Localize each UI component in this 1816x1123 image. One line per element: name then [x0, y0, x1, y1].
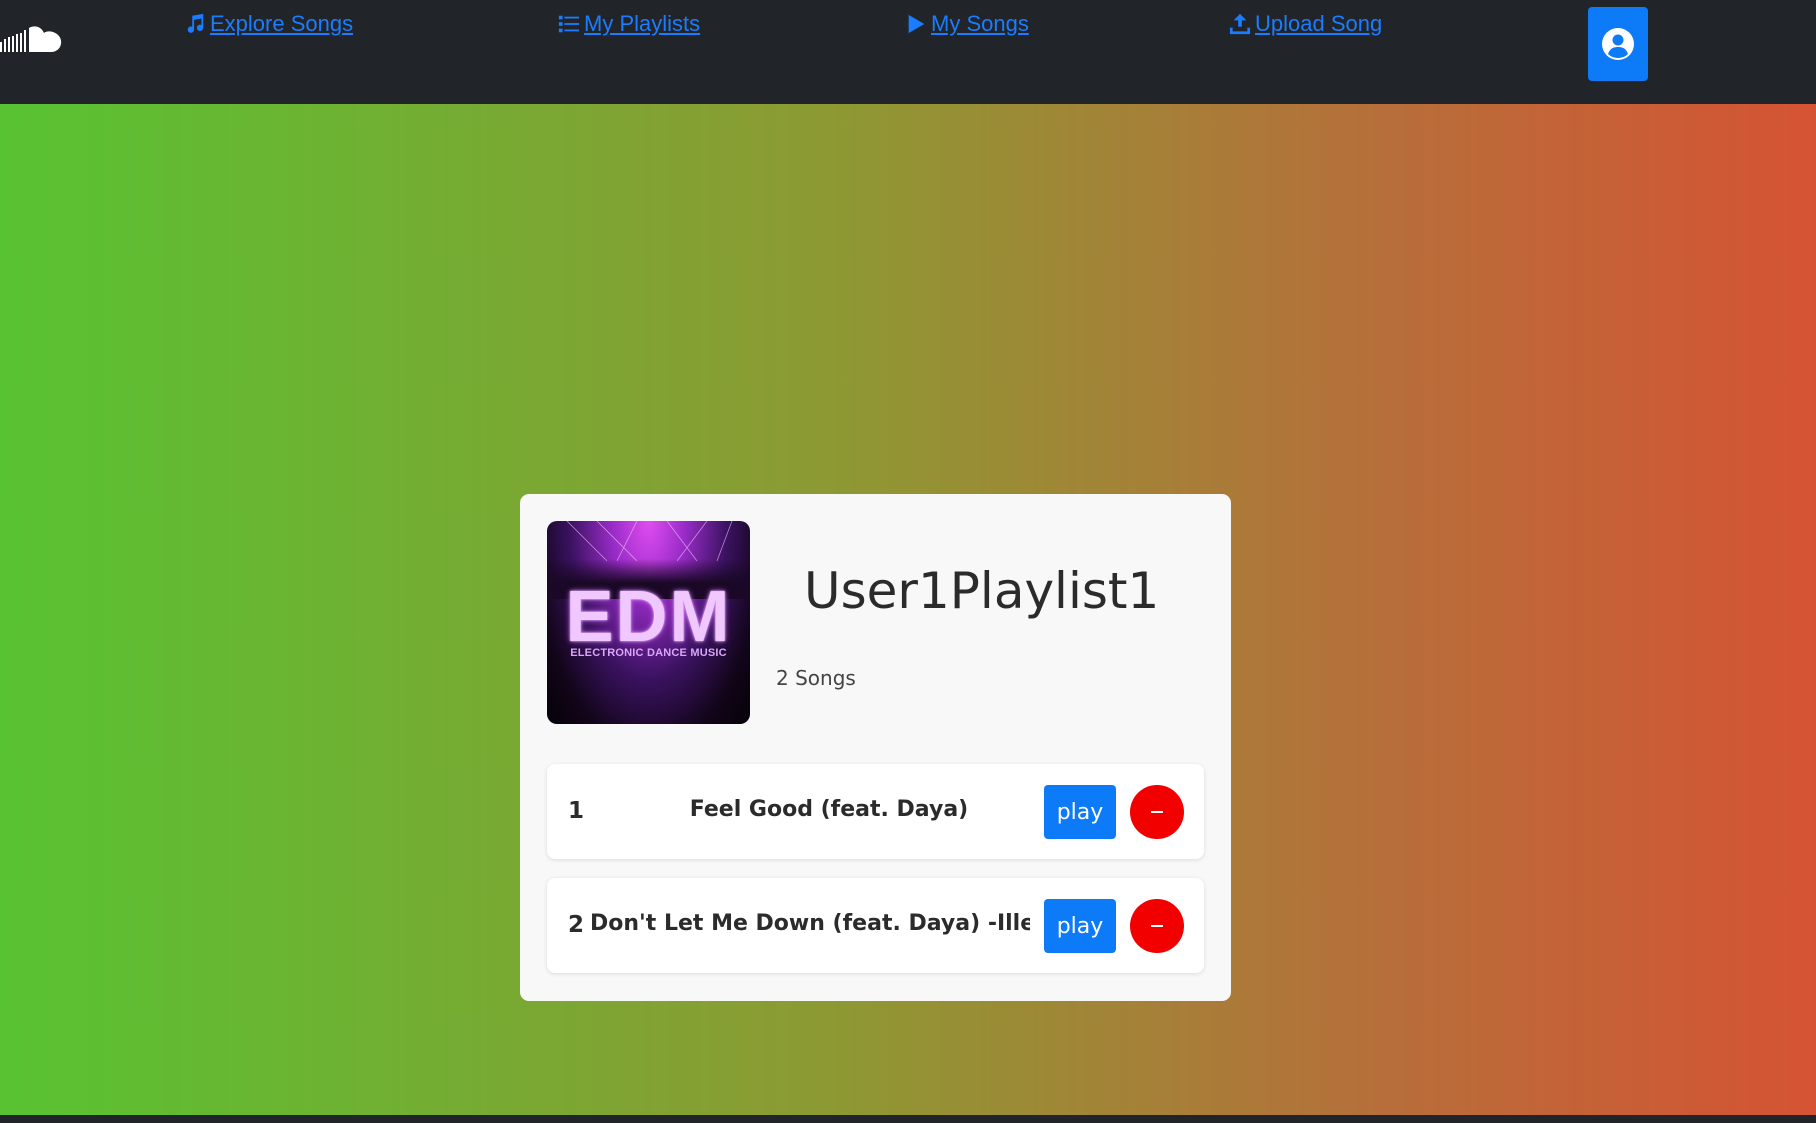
nav-my-songs[interactable]: My Songs [905, 9, 1029, 39]
nav-upload-label: Upload Song [1255, 11, 1383, 36]
playlist-cover-image: EDM ELECTRONIC DANCE MUSIC [547, 521, 750, 724]
list-icon [558, 15, 580, 33]
profile-button[interactable] [1588, 7, 1648, 81]
nav-my-playlists[interactable]: My Playlists [558, 9, 700, 39]
remove-song-button[interactable] [1130, 899, 1184, 953]
playlist-card: EDM ELECTRONIC DANCE MUSIC User1Playlist… [520, 494, 1231, 1001]
song-count: 2 Songs [776, 666, 856, 690]
play-icon [908, 14, 925, 34]
cover-sub-text: ELECTRONIC DANCE MUSIC [570, 647, 727, 659]
playlist-title: User1Playlist1 [804, 562, 1160, 620]
footer-strip [0, 1115, 1816, 1123]
remove-song-button[interactable] [1130, 785, 1184, 839]
minus-icon [1151, 925, 1163, 927]
nav-explore-label: Explore Songs [210, 11, 354, 36]
nav-explore-songs[interactable]: Explore Songs [184, 9, 353, 39]
cover-main-text: EDM [565, 577, 732, 657]
song-number: 2 [568, 912, 585, 938]
nav-upload-song[interactable]: Upload Song [1229, 9, 1382, 39]
upload-icon [1229, 13, 1251, 35]
nav-playlists-label: My Playlists [584, 11, 701, 36]
top-navbar: Explore Songs My Playlists My Songs Uplo… [0, 0, 1816, 104]
minus-icon [1151, 811, 1163, 813]
soundcloud-logo-icon[interactable] [0, 24, 66, 58]
song-title: Don't Let Me Down (feat. Daya) -Illenium [590, 911, 1030, 936]
nav-mysongs-label: My Songs [931, 11, 1029, 36]
play-button[interactable]: play [1044, 785, 1116, 839]
user-circle-icon [1602, 28, 1634, 60]
song-number: 1 [568, 798, 585, 824]
music-note-icon [187, 13, 204, 33]
song-title: Feel Good (feat. Daya) [689, 797, 969, 822]
song-row: 2 Don't Let Me Down (feat. Daya) -Illeni… [547, 878, 1204, 973]
main-content: EDM ELECTRONIC DANCE MUSIC User1Playlist… [0, 104, 1816, 1115]
play-button[interactable]: play [1044, 899, 1116, 953]
song-row: 1 Feel Good (feat. Daya) play [547, 764, 1204, 859]
